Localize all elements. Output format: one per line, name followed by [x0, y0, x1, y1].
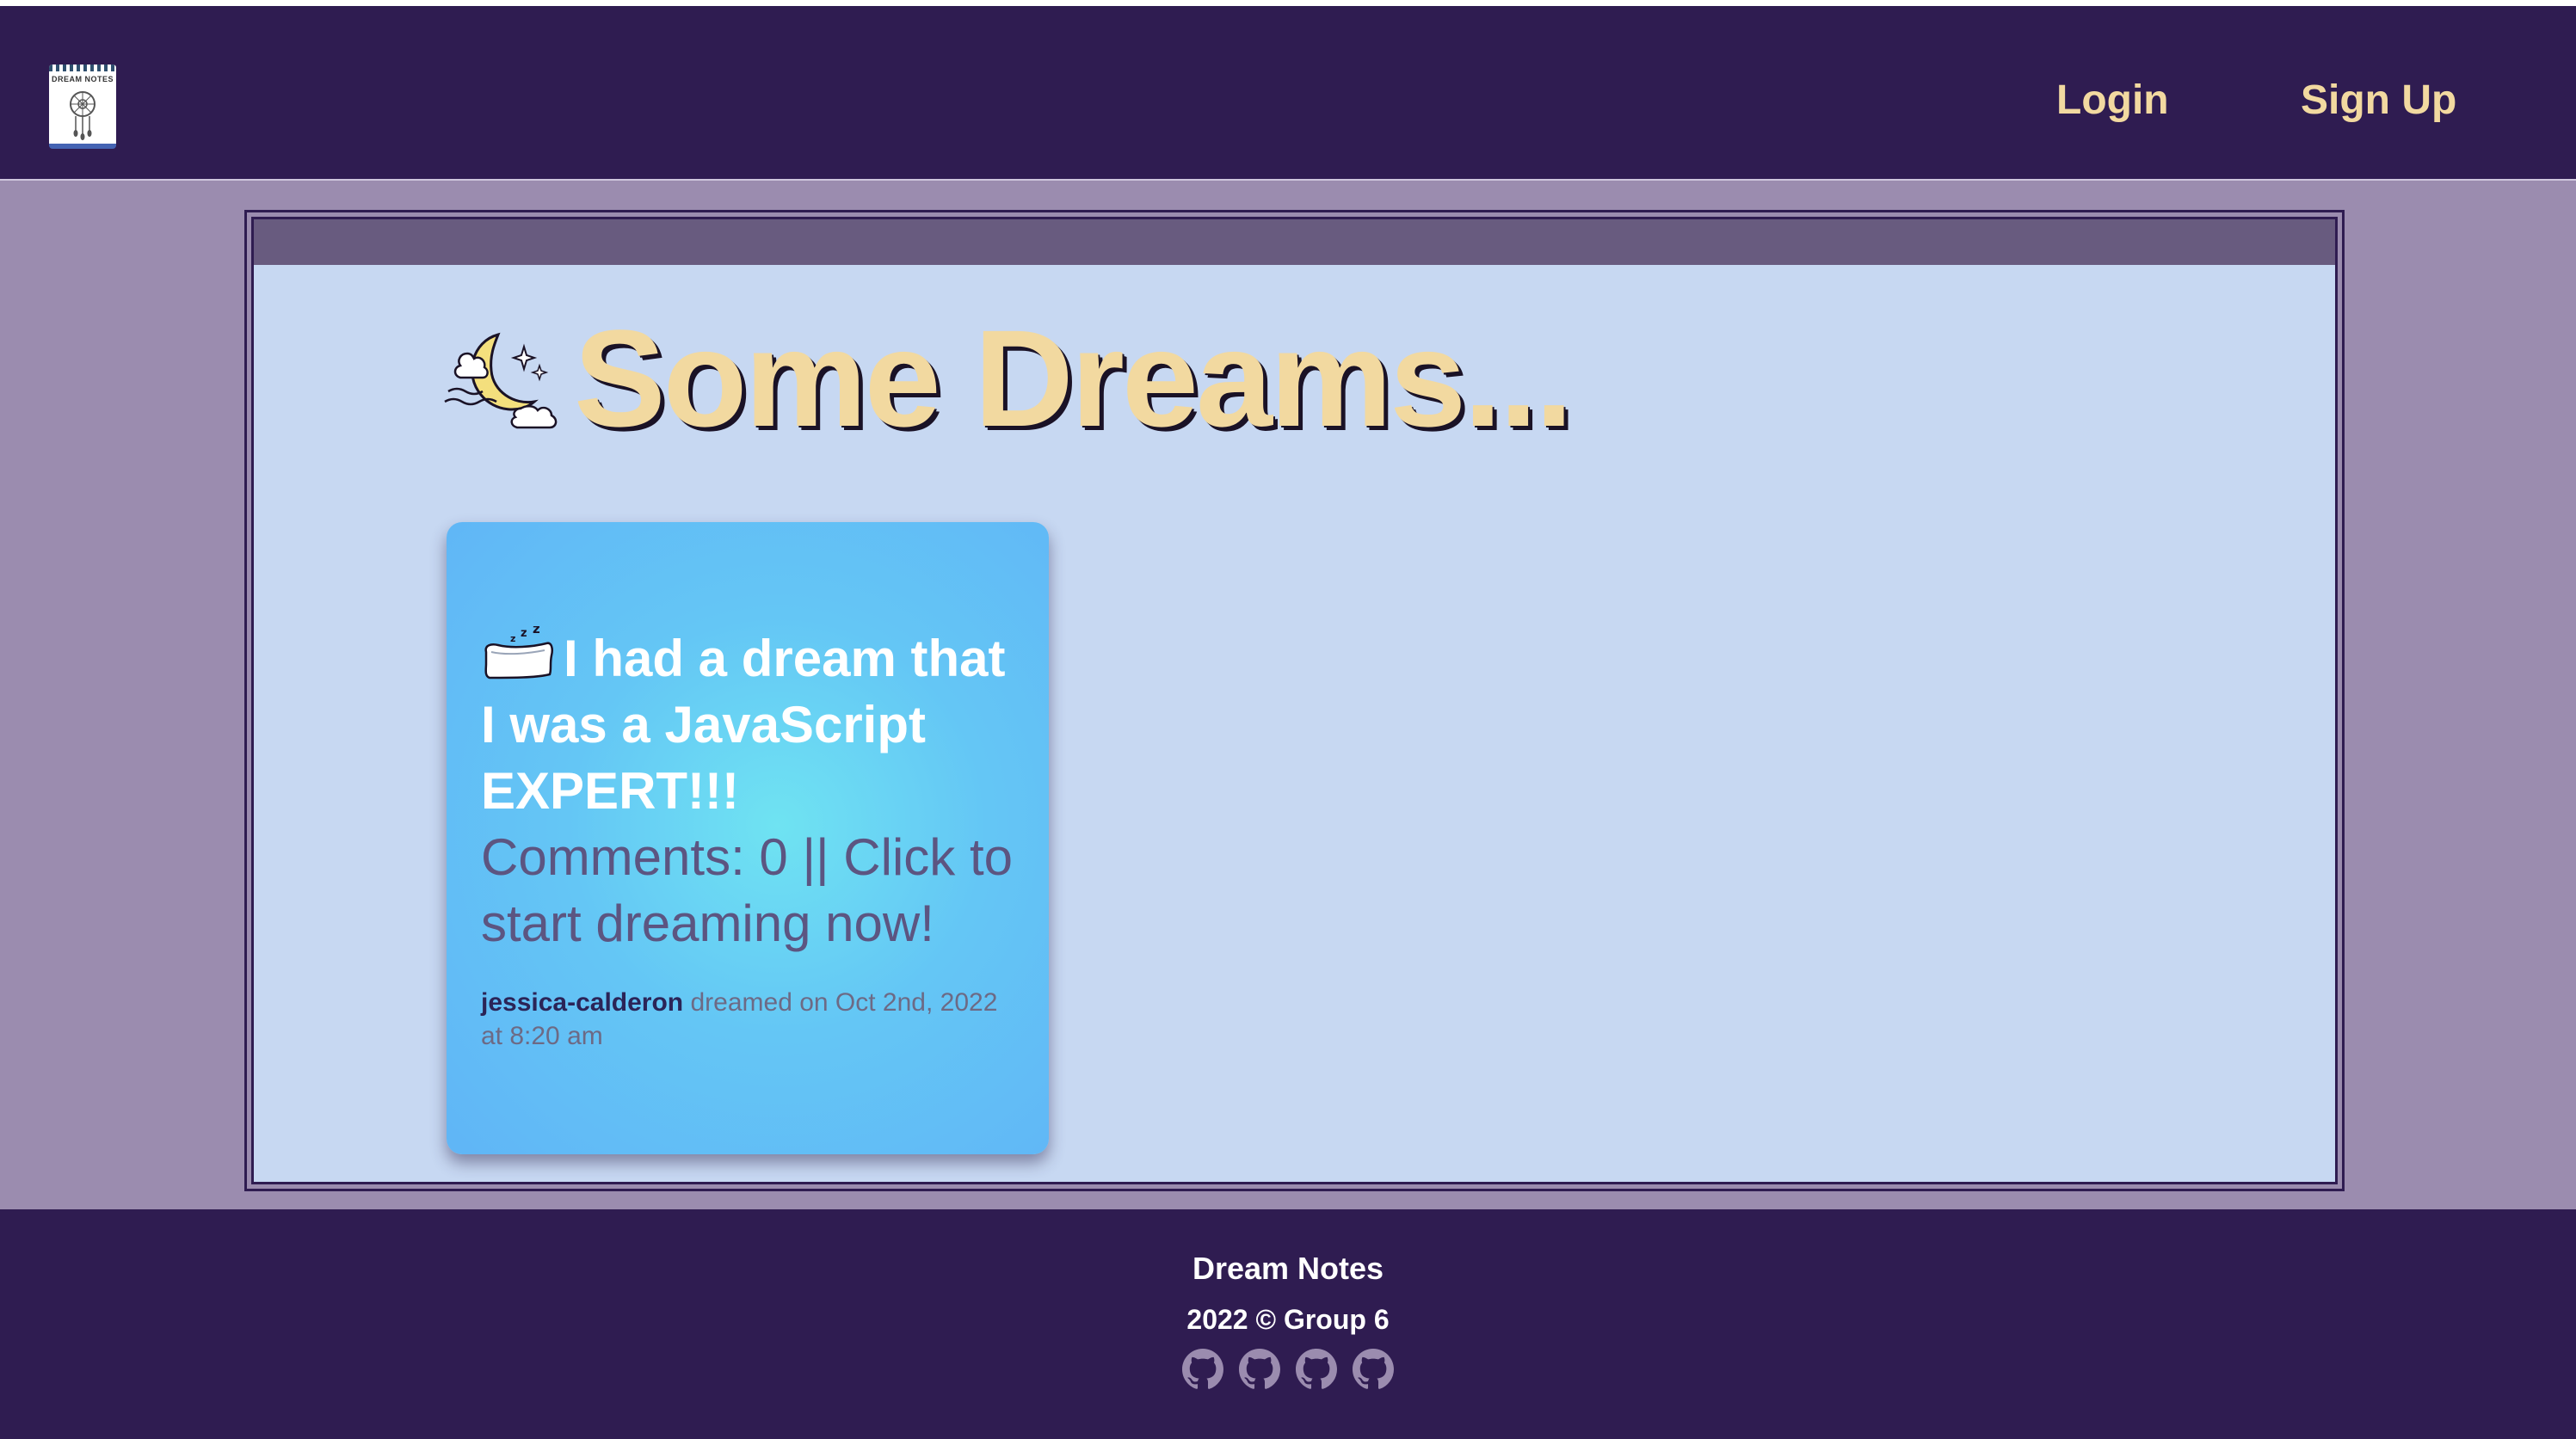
moon-clouds-icon: [444, 332, 558, 429]
dream-card-title-text: I had a dream that I was a JavaScript EX…: [481, 630, 1006, 820]
github-icon[interactable]: [1182, 1349, 1223, 1390]
dream-card-comments: Comments: 0 || Click to start dreaming n…: [481, 828, 1013, 952]
svg-text:z: z: [521, 627, 527, 640]
page-heading: Some Dreams...: [441, 301, 1574, 455]
pillow-zzz-icon: z z z: [484, 626, 553, 680]
dream-card-meta: jessica-calderon dreamed on Oct 2nd, 202…: [481, 986, 1014, 1053]
login-link[interactable]: Login: [2056, 66, 2169, 135]
site-header: DREAM NOTES Login Sign Up: [0, 6, 2576, 181]
top-edge-line: [0, 0, 2576, 6]
panel-top-bar: [254, 219, 2335, 265]
github-icon[interactable]: [1353, 1349, 1394, 1390]
github-icon[interactable]: [1239, 1349, 1280, 1390]
dream-card-title: z z z I had a dream that I was a JavaScr…: [481, 625, 1014, 824]
logo[interactable]: DREAM NOTES: [49, 65, 116, 149]
footer-social-links: [0, 1349, 2576, 1390]
footer-copyright: 2022 © Group 6: [1186, 1304, 1390, 1335]
svg-text:z: z: [510, 633, 515, 644]
dreams-panel-inner: Some Dreams... z z z I had a dream that …: [251, 217, 2338, 1184]
svg-text:z: z: [533, 626, 540, 636]
dream-card[interactable]: z z z I had a dream that I was a JavaScr…: [447, 522, 1049, 1154]
github-icon[interactable]: [1296, 1349, 1337, 1390]
site-footer: Dream Notes 2022 © Group 6: [0, 1209, 2576, 1439]
footer-title: Dream Notes: [1192, 1251, 1384, 1286]
page-title: Some Dreams...: [574, 301, 1574, 455]
dream-card-author[interactable]: jessica-calderon: [481, 988, 683, 1017]
dreams-panel: Some Dreams... z z z I had a dream that …: [244, 210, 2345, 1191]
signup-link[interactable]: Sign Up: [2301, 66, 2456, 135]
dreamcatcher-icon: [70, 91, 96, 140]
